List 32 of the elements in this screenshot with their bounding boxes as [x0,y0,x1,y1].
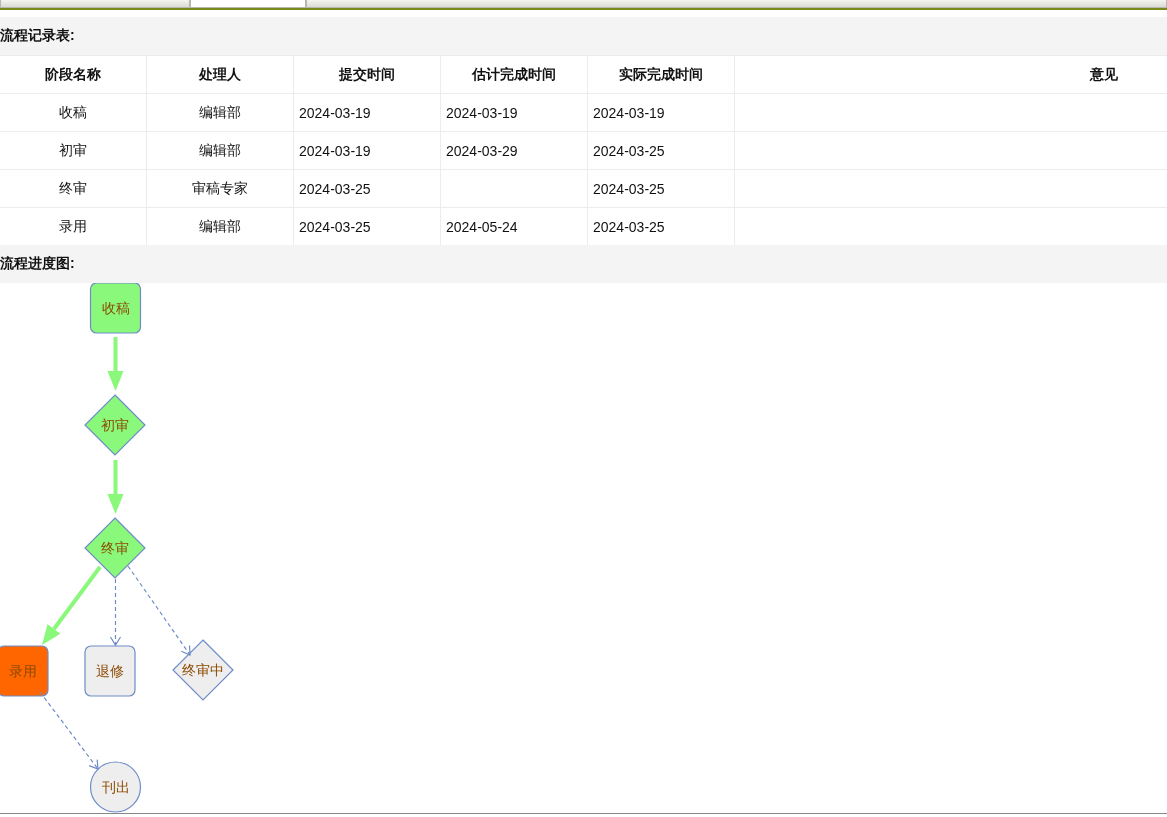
table-cell: 编辑部 [147,94,294,131]
column-header: 实际完成时间 [588,56,735,93]
table-cell: 2024-03-25 [294,170,441,207]
column-header: 阶段名称 [0,56,147,93]
table-cell: 2024-03-29 [441,132,588,169]
decision-node: 初审 [84,394,146,456]
table-cell: 终审 [0,170,147,207]
column-header: 提交时间 [294,56,441,93]
process-node: 退修 [84,645,136,697]
decision-node: 终审中 [172,639,234,701]
process-node: 收稿 [89,283,142,334]
table-cell: 收稿 [0,94,147,131]
table-cell: 2024-03-19 [588,94,735,131]
table-cell: 2024-03-19 [441,94,588,131]
tab[interactable] [0,0,190,8]
table-cell: 2024-03-25 [588,132,735,169]
tab[interactable] [190,0,306,8]
decision-node: 终审 [84,517,146,579]
table-cell: 2024-03-25 [588,170,735,207]
terminal-node: 刊出 [89,761,142,813]
tab[interactable] [306,0,1167,8]
section-title: 流程进度图: [0,255,75,273]
table-cell: 2024-03-19 [294,94,441,131]
column-header: 处理人 [147,56,294,93]
table-cell: 初审 [0,132,147,169]
table-cell: 编辑部 [147,132,294,169]
table-cell: 审稿专家 [147,170,294,207]
column-header: 意见 [1088,64,1119,84]
section-title: 流程记录表: [0,27,75,45]
table-cell: 2024-03-19 [294,132,441,169]
column-header: 估计完成时间 [441,56,588,93]
process-node: 录用 [0,645,49,697]
